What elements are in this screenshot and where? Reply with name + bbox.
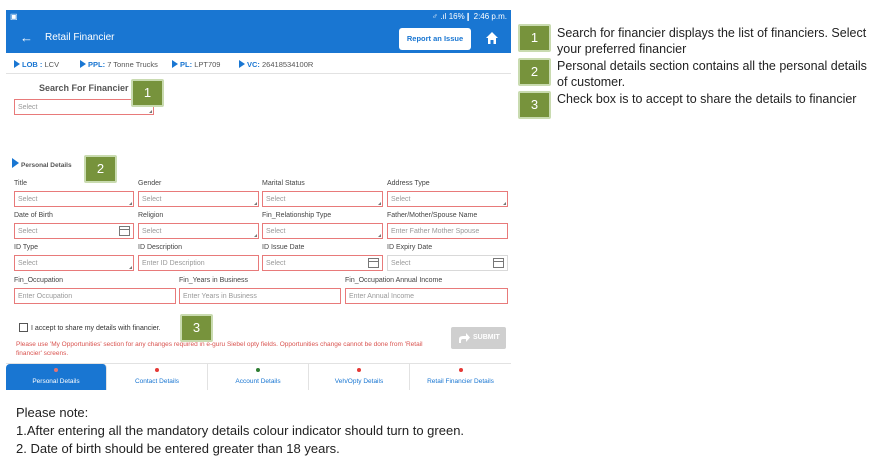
marital-status-label: Marital Status	[262, 180, 305, 187]
note-item: 2. Date of birth should be entered great…	[16, 441, 340, 456]
breadcrumb-vc: VC: 26418534100R	[239, 60, 313, 69]
id-expiry-date-label: ID Expiry Date	[387, 244, 433, 251]
arrow-right-icon	[239, 60, 245, 68]
address-type-label: Address Type	[387, 180, 430, 187]
id-type-select[interactable]: Select	[14, 255, 134, 271]
occupation-label: Fin_Occupation	[14, 277, 64, 284]
title-select[interactable]: Select	[14, 191, 134, 207]
warning-text: Please use 'My Opportunities' section fo…	[16, 341, 423, 357]
search-financier-title: Search For Financier	[39, 83, 129, 93]
dob-label: Date of Birth	[14, 212, 53, 219]
section-tabs: Personal Details Contact Details Account…	[6, 363, 511, 390]
app-bar: ← Retail Financier Report an Issue	[6, 24, 511, 53]
callout-badge-1: 1	[131, 79, 164, 107]
consent-label: I accept to share my details with financ…	[31, 325, 161, 332]
annual-income-label: Fin_Occupation Annual Income	[345, 277, 443, 284]
calendar-icon[interactable]	[493, 258, 504, 268]
legend-badge-3: 3	[518, 91, 551, 119]
gender-select[interactable]: Select	[138, 191, 259, 207]
legend-text-2: Personal details section contains all th…	[557, 59, 867, 89]
arrow-right-icon	[12, 158, 19, 168]
status-bar-info: ♂ .ıl 16%❙ 2:46 p.m.	[432, 12, 507, 21]
legend-text-1: Search for financier displays the list o…	[557, 26, 867, 56]
home-icon[interactable]	[485, 31, 499, 45]
religion-label: Religion	[138, 212, 164, 219]
fin-relationship-select[interactable]: Select	[262, 223, 383, 239]
occupation-input[interactable]: Enter Occupation	[14, 288, 176, 304]
status-dot	[256, 368, 260, 372]
page-title: Retail Financier	[45, 32, 115, 43]
tab-personal-details[interactable]: Personal Details	[6, 364, 107, 390]
personal-details-header: Personal Details	[12, 158, 72, 169]
status-dot	[155, 368, 159, 372]
id-issue-date-picker[interactable]: Select	[262, 255, 383, 271]
id-expiry-date-picker[interactable]: Select	[387, 255, 508, 271]
years-in-business-label: Fin_Years in Business	[179, 277, 249, 284]
tab-veh-opty-details[interactable]: Veh/Opty Details	[309, 364, 410, 390]
marital-status-select[interactable]: Select	[262, 191, 383, 207]
back-arrow-icon[interactable]: ←	[20, 30, 33, 45]
id-type-label: ID Type	[14, 244, 38, 251]
tab-retail-financier-details[interactable]: Retail Financier Details	[410, 364, 511, 390]
calendar-icon[interactable]	[368, 258, 379, 268]
id-description-input[interactable]: Enter ID Description	[138, 255, 259, 271]
status-dot	[458, 368, 463, 372]
legend-badge-1: 1	[518, 24, 551, 52]
share-arrow-icon	[459, 333, 470, 343]
arrow-right-icon	[172, 60, 178, 68]
app-screenshot: ▣ ♂ .ıl 16%❙ 2:46 p.m. ← Retail Financie…	[6, 10, 511, 390]
years-in-business-input[interactable]: Enter Years in Business	[179, 288, 341, 304]
breadcrumb: LOB : LCV PPL: 7 Tonne Trucks PL: LPT709…	[6, 54, 511, 74]
breadcrumb-lob: LOB : LCV	[14, 60, 59, 69]
arrow-right-icon	[80, 60, 86, 68]
consent-checkbox-row[interactable]: I accept to share my details with financ…	[19, 323, 161, 332]
legend-text-3: Check box is to accept to share the deta…	[557, 92, 857, 106]
fin-relationship-label: Fin_Relationship Type	[262, 212, 332, 219]
status-bar: ▣ ♂ .ıl 16%❙ 2:46 p.m.	[6, 10, 511, 24]
status-dot	[54, 368, 58, 372]
address-type-select[interactable]: Select	[387, 191, 508, 207]
consent-checkbox[interactable]	[19, 323, 28, 332]
arrow-right-icon	[14, 60, 20, 68]
religion-select[interactable]: Select	[138, 223, 259, 239]
annual-income-input[interactable]: Enter Annual Income	[345, 288, 508, 304]
submit-button[interactable]: SUBMIT	[451, 327, 506, 349]
callout-badge-2: 2	[84, 155, 117, 183]
status-dot	[357, 368, 361, 372]
tab-contact-details[interactable]: Contact Details	[107, 364, 208, 390]
father-name-label: Father/Mother/Spouse Name	[387, 212, 478, 219]
breadcrumb-ppl: PPL: 7 Tonne Trucks	[80, 60, 158, 69]
title-label: Title	[14, 180, 27, 187]
dob-picker[interactable]: Select	[14, 223, 134, 239]
id-description-label: ID Description	[138, 244, 182, 251]
notes-block: Please note: 1.After entering all the ma…	[16, 404, 464, 458]
father-name-input[interactable]: Enter Father Mother Spouse	[387, 223, 508, 239]
report-issue-button[interactable]: Report an Issue	[399, 28, 471, 50]
id-issue-date-label: ID Issue Date	[262, 244, 305, 251]
breadcrumb-pl: PL: LPT709	[172, 60, 220, 69]
calendar-icon[interactable]	[119, 226, 130, 236]
gender-label: Gender	[138, 180, 162, 187]
callout-badge-3: 3	[180, 314, 213, 342]
legend-badge-2: 2	[518, 58, 551, 86]
note-item: 1.After entering all the mandatory detai…	[16, 423, 465, 438]
screenshot-icon: ▣	[10, 12, 18, 21]
tab-account-details[interactable]: Account Details	[208, 364, 309, 390]
notes-title: Please note:	[16, 405, 89, 420]
